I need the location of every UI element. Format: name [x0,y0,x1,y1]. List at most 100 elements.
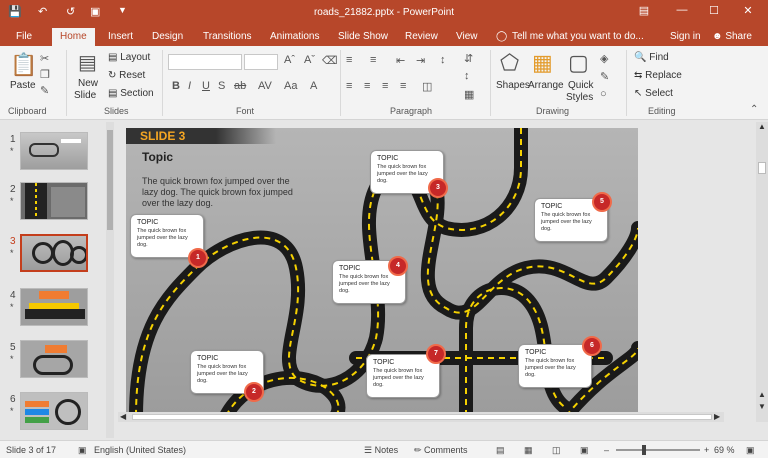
tab-insert[interactable]: Insert [108,31,133,42]
underline-icon[interactable]: U [202,80,210,92]
tab-slide-show[interactable]: Slide Show [338,31,388,42]
zoom-in-icon[interactable]: + [704,445,709,455]
select-button[interactable]: ↖ Select [634,88,673,99]
spelling-icon[interactable]: ▣ [78,445,87,456]
text-direction-icon[interactable]: ⇵ [464,52,473,65]
slide-thumbnail-2[interactable] [20,182,88,220]
ribbon-display-options-icon[interactable]: ▤ [634,4,654,17]
justify-icon[interactable]: ≡ [400,80,406,92]
map-pin[interactable]: 4 [388,256,408,276]
tab-design[interactable]: Design [152,31,183,42]
tab-view[interactable]: View [456,31,478,42]
quick-styles-button[interactable]: Quick [568,80,594,91]
paste-icon[interactable]: 📋 [10,52,37,78]
font-name-dropdown[interactable] [168,54,242,70]
vertical-scroll-thumb[interactable] [758,162,766,174]
arrange-button[interactable]: Arrange [528,80,564,91]
map-pin[interactable]: 6 [582,336,602,356]
thumbnails-scrollbar[interactable] [106,122,114,438]
map-pin[interactable]: 3 [428,178,448,198]
tell-me-box[interactable]: Tell me what you want to do... [512,31,644,42]
tab-transitions[interactable]: Transitions [203,31,252,42]
font-color-icon[interactable]: A [310,80,317,92]
normal-view-icon[interactable]: ▤ [496,445,505,456]
shapes-icon[interactable]: ⬠ [500,50,519,76]
numbering-icon[interactable]: ≡ [370,54,376,66]
format-painter-icon[interactable]: ✎ [40,84,49,97]
map-pin[interactable]: 5 [592,192,612,212]
shape-effects-icon[interactable]: ○ [600,88,607,100]
slide-sorter-icon[interactable]: ▦ [524,445,533,456]
align-text-icon[interactable]: ↕ [464,70,470,82]
line-spacing-icon[interactable]: ↕ [440,54,446,66]
share-button[interactable]: ☻ Share [712,31,752,42]
scroll-up-icon[interactable]: ▲ [758,122,766,131]
tab-review[interactable]: Review [405,31,438,42]
bold-icon[interactable]: B [172,80,180,92]
slide-show-icon[interactable]: ▣ [580,445,589,456]
find-button[interactable]: 🔍 Find [634,52,669,63]
scroll-down-icon[interactable]: ▼ [758,402,766,411]
quick-styles-label-2[interactable]: Styles [566,92,593,103]
copy-icon[interactable]: ❐ [40,68,50,81]
zoom-out-icon[interactable]: – [604,445,609,455]
thumbnails-scroll-thumb[interactable] [107,130,113,230]
editor-vertical-scrollbar[interactable]: ▲ ▲ ▼ [756,122,768,422]
increase-font-icon[interactable]: Aˆ [284,54,295,66]
zoom-slider[interactable] [616,445,700,455]
zoom-level[interactable]: 69 % [714,445,735,455]
scroll-right-icon[interactable]: ▶ [714,412,720,421]
language-status[interactable]: English (United States) [94,445,186,455]
slide-thumbnail-4[interactable] [20,288,88,326]
decrease-font-icon[interactable]: Aˇ [304,54,315,66]
replace-button[interactable]: ⇆ Replace [634,70,682,81]
slide-topic-heading[interactable]: Topic [142,150,173,164]
maximize-icon[interactable]: ☐ [704,4,724,17]
horizontal-scroll-thumb[interactable] [132,414,712,420]
layout-button[interactable]: ▤ Layout [108,52,150,63]
callout-box[interactable]: TOPIC The quick brown fox jumped over th… [518,344,592,388]
slide-body-text[interactable]: The quick brown fox jumped over the lazy… [142,176,302,209]
increase-indent-icon[interactable]: ⇥ [416,54,425,67]
slide-thumbnail-3[interactable] [20,234,88,272]
slide-canvas[interactable]: SLIDE 3 Topic The quick brown fox jumped… [126,128,638,416]
notes-button[interactable]: ☰ Notes [364,445,398,456]
convert-smartart-icon[interactable]: ▦ [464,88,474,101]
align-right-icon[interactable]: ≡ [382,80,388,92]
new-slide-label-2[interactable]: Slide [74,90,96,101]
reset-button[interactable]: ↻ Reset [108,70,145,81]
columns-icon[interactable]: ◫ [422,80,432,93]
italic-icon[interactable]: I [188,80,191,92]
font-size-dropdown[interactable] [244,54,278,70]
strikethrough-icon[interactable]: ab [234,80,246,92]
sign-in-link[interactable]: Sign in [670,31,701,42]
change-case-icon[interactable]: Aa [284,80,297,92]
map-pin[interactable]: 1 [188,248,208,268]
collapse-ribbon-icon[interactable]: ⌃ [750,104,758,115]
map-pin[interactable]: 2 [244,382,264,402]
align-center-icon[interactable]: ≡ [364,80,370,92]
char-spacing-icon[interactable]: AV [258,80,272,92]
zoom-slider-knob[interactable] [642,445,647,455]
scroll-left-icon[interactable]: ◀ [120,412,126,421]
paste-button[interactable]: Paste [10,80,36,91]
shapes-button[interactable]: Shapes [496,80,530,91]
comments-button[interactable]: ✏ Comments [414,445,468,456]
shadow-icon[interactable]: S [218,80,225,92]
section-button[interactable]: ▤ Section [108,88,154,99]
reading-view-icon[interactable]: ◫ [552,445,561,456]
scroll-up-icon[interactable]: ▲ [758,390,766,399]
tab-animations[interactable]: Animations [270,31,319,42]
close-icon[interactable]: ✕ [738,4,758,17]
decrease-indent-icon[interactable]: ⇤ [396,54,405,67]
slide-thumbnail-6[interactable] [20,392,88,430]
new-slide-icon[interactable]: ▤ [78,50,97,75]
map-pin[interactable]: 7 [426,344,446,364]
fit-slide-icon[interactable]: ▣ [746,445,755,456]
horizontal-scrollbar[interactable]: ◀ ▶ [118,412,724,422]
bullets-icon[interactable]: ≡ [346,54,352,66]
clear-formatting-icon[interactable]: ⌫ [322,54,338,67]
align-left-icon[interactable]: ≡ [346,80,352,92]
shape-outline-icon[interactable]: ✎ [600,70,609,83]
new-slide-label[interactable]: New [78,78,98,89]
